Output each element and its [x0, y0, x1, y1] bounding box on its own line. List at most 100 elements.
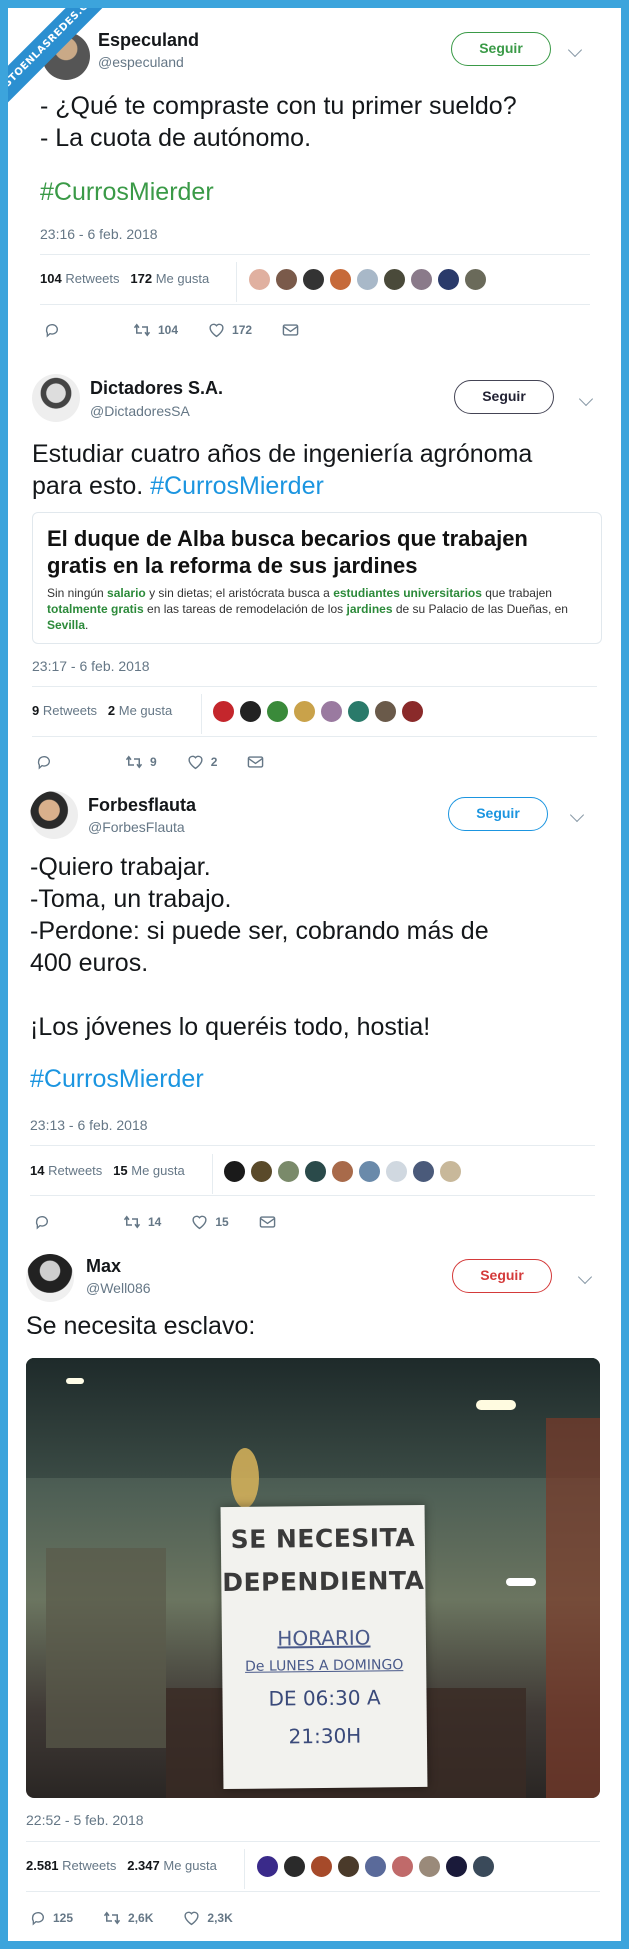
follow-button[interactable]: Seguir: [451, 32, 551, 66]
tweet-photo[interactable]: SE NECESITA DEPENDIENTA HORARIO De LUNES…: [26, 1358, 600, 1798]
liker-avatar[interactable]: [364, 1855, 387, 1878]
liker-avatar[interactable]: [472, 1855, 495, 1878]
liker-avatar[interactable]: [418, 1855, 441, 1878]
retweets-label[interactable]: Retweets: [65, 271, 119, 286]
chevron-down-icon[interactable]: [577, 1269, 593, 1285]
user-handle[interactable]: @especuland: [98, 54, 184, 70]
avatar[interactable]: [32, 374, 80, 422]
retweets-count[interactable]: 9: [32, 703, 39, 718]
liker-avatar[interactable]: [347, 700, 370, 723]
liker-avatar[interactable]: [385, 1160, 408, 1183]
user-name[interactable]: Dictadores S.A.: [90, 378, 223, 399]
tweet-timestamp[interactable]: 23:16 - 6 feb. 2018: [40, 226, 158, 242]
like-button[interactable]: 2: [187, 754, 217, 770]
avatar[interactable]: [26, 1254, 74, 1302]
retweet-button[interactable]: 104: [133, 322, 178, 338]
like-button[interactable]: 172: [208, 322, 252, 338]
like-button[interactable]: 2,3K: [183, 1910, 233, 1926]
liker-avatar[interactable]: [293, 700, 316, 723]
likes-count[interactable]: 2.347: [127, 1858, 160, 1873]
reply-button[interactable]: 125: [30, 1910, 73, 1926]
liker-avatar[interactable]: [256, 1855, 279, 1878]
liker-avatar[interactable]: [320, 700, 343, 723]
liker-avatar[interactable]: [212, 700, 235, 723]
retweets-label[interactable]: Retweets: [48, 1163, 102, 1178]
user-handle[interactable]: @ForbesFlauta: [88, 819, 185, 835]
user-name[interactable]: Max: [86, 1256, 121, 1277]
reply-button[interactable]: [34, 1214, 57, 1230]
follow-button[interactable]: Seguir: [448, 797, 548, 831]
liker-avatar[interactable]: [304, 1160, 327, 1183]
liker-avatar[interactable]: [356, 268, 379, 291]
liker-avatar[interactable]: [383, 268, 406, 291]
user-handle[interactable]: @Well086: [86, 1280, 151, 1296]
likes-label[interactable]: Me gusta: [163, 1858, 216, 1873]
likes-count[interactable]: 15: [113, 1163, 127, 1178]
chevron-down-icon[interactable]: [578, 391, 594, 407]
user-handle[interactable]: @DictadoresSA: [90, 403, 190, 419]
likes-label[interactable]: Me gusta: [119, 703, 172, 718]
liker-avatar[interactable]: [310, 1855, 333, 1878]
card-text: en las tareas de remodelación de los: [143, 602, 347, 616]
retweet-button[interactable]: 2,6K: [103, 1910, 153, 1926]
likers-avatars[interactable]: [212, 700, 424, 723]
follow-button[interactable]: Seguir: [452, 1259, 552, 1293]
liker-avatar[interactable]: [337, 1855, 360, 1878]
liker-avatar[interactable]: [331, 1160, 354, 1183]
hashtag-link[interactable]: #CurrosMierder: [150, 472, 324, 500]
retweets-count[interactable]: 14: [30, 1163, 44, 1178]
tweet-timestamp[interactable]: 22:52 - 5 feb. 2018: [26, 1812, 144, 1828]
likers-avatars[interactable]: [223, 1160, 462, 1183]
liker-avatar[interactable]: [223, 1160, 246, 1183]
likes-count[interactable]: 2: [108, 703, 115, 718]
likes-count[interactable]: 172: [130, 271, 152, 286]
liker-avatar[interactable]: [391, 1855, 414, 1878]
retweets-count[interactable]: 104: [40, 271, 62, 286]
liker-avatar[interactable]: [464, 268, 487, 291]
likes-label[interactable]: Me gusta: [131, 1163, 184, 1178]
liker-avatar[interactable]: [277, 1160, 300, 1183]
likes-label[interactable]: Me gusta: [156, 271, 209, 286]
liker-avatar[interactable]: [329, 268, 352, 291]
retweets-label[interactable]: Retweets: [43, 703, 97, 718]
like-button[interactable]: 15: [191, 1214, 229, 1230]
tweet-timestamp[interactable]: 23:17 - 6 feb. 2018: [32, 658, 150, 674]
liker-avatar[interactable]: [358, 1160, 381, 1183]
user-name[interactable]: Especuland: [98, 30, 199, 51]
message-button[interactable]: [259, 1215, 283, 1229]
likers-avatars[interactable]: [248, 268, 487, 291]
retweets-count[interactable]: 2.581: [26, 1858, 59, 1873]
liker-avatar[interactable]: [374, 700, 397, 723]
liker-avatar[interactable]: [250, 1160, 273, 1183]
retweet-button[interactable]: 9: [125, 754, 157, 770]
chevron-down-icon[interactable]: [567, 42, 583, 58]
likers-avatars[interactable]: [256, 1855, 495, 1878]
user-name[interactable]: Forbesflauta: [88, 795, 196, 816]
liker-avatar[interactable]: [410, 268, 433, 291]
liker-avatar[interactable]: [239, 700, 262, 723]
message-button[interactable]: [247, 755, 271, 769]
liker-avatar[interactable]: [445, 1855, 468, 1878]
liker-avatar[interactable]: [412, 1160, 435, 1183]
message-button[interactable]: [282, 323, 306, 337]
liker-avatar[interactable]: [302, 268, 325, 291]
liker-avatar[interactable]: [437, 268, 460, 291]
retweet-count: 9: [150, 755, 157, 769]
article-image-card[interactable]: El duque de Alba busca becarios que trab…: [32, 512, 602, 644]
hashtag-link[interactable]: #CurrosMierder: [30, 1063, 489, 1095]
retweets-label[interactable]: Retweets: [62, 1858, 116, 1873]
avatar[interactable]: [30, 791, 78, 839]
hashtag-link[interactable]: #CurrosMierder: [40, 176, 517, 208]
tweet-timestamp[interactable]: 23:13 - 6 feb. 2018: [30, 1117, 148, 1133]
liker-avatar[interactable]: [248, 268, 271, 291]
liker-avatar[interactable]: [283, 1855, 306, 1878]
liker-avatar[interactable]: [439, 1160, 462, 1183]
liker-avatar[interactable]: [275, 268, 298, 291]
liker-avatar[interactable]: [401, 700, 424, 723]
chevron-down-icon[interactable]: [569, 807, 585, 823]
retweet-button[interactable]: 14: [123, 1214, 161, 1230]
liker-avatar[interactable]: [266, 700, 289, 723]
follow-button[interactable]: Seguir: [454, 380, 554, 414]
reply-button[interactable]: [44, 322, 67, 338]
reply-button[interactable]: [36, 754, 59, 770]
